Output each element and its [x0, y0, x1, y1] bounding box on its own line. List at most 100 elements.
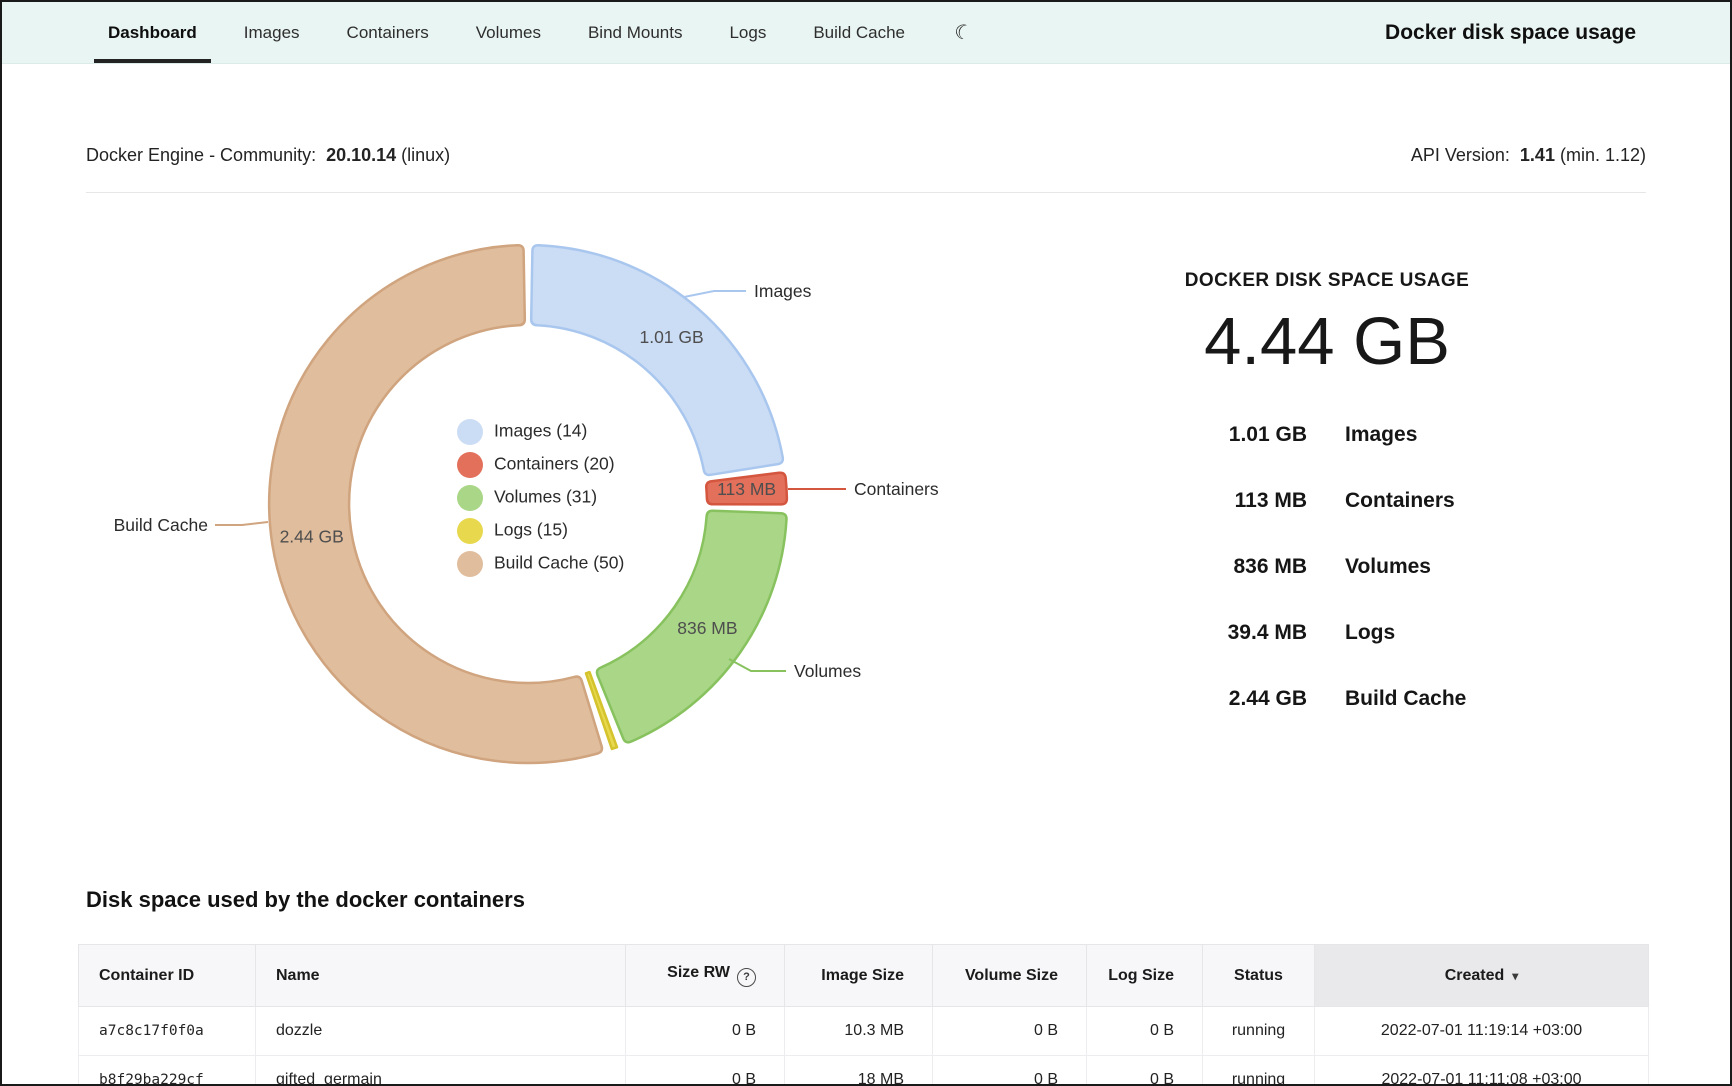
containers-table-heading: Disk space used by the docker containers [86, 887, 525, 913]
usage-label: Images [1345, 423, 1417, 447]
legend-swatch-images [457, 419, 483, 445]
active-tab-underline [94, 59, 211, 63]
cell-status: running [1203, 1007, 1315, 1056]
tab-logs[interactable]: Logs [727, 2, 768, 63]
tab-images[interactable]: Images [242, 2, 302, 63]
cell-volume-size: 0 B [933, 1056, 1087, 1086]
cell-container-id: b8f29ba229cf [79, 1056, 256, 1086]
cell-name: gifted_germain [256, 1056, 626, 1086]
column-header-status[interactable]: Status [1203, 945, 1315, 1007]
legend-item-containers[interactable]: Containers (20) [457, 452, 615, 478]
engine-version-text: Docker Engine - Community: 20.10.14(linux… [86, 145, 450, 166]
section-divider [86, 192, 1646, 193]
column-header-label: Status [1234, 967, 1283, 984]
column-header-image-size[interactable]: Image Size [785, 945, 933, 1007]
size-rw-help-icon[interactable]: ? [737, 968, 756, 987]
legend-label: Volumes (31) [494, 487, 597, 507]
legend-item-images[interactable]: Images (14) [457, 419, 587, 445]
usage-value: 39.4 MB [1052, 621, 1307, 645]
column-header-container-id[interactable]: Container ID [79, 945, 256, 1007]
segment-size-label: 1.01 GB [639, 327, 703, 347]
usage-total: 4.44 GB [1052, 308, 1602, 375]
tab-bind-mounts[interactable]: Bind Mounts [586, 2, 685, 63]
usage-value: 2.44 GB [1052, 687, 1307, 711]
usage-row-logs: 39.4 MB Logs [1052, 600, 1602, 666]
column-header-log-size[interactable]: Log Size [1087, 945, 1203, 1007]
callout-line-images [684, 291, 746, 297]
legend-item-logs[interactable]: Logs (15) [457, 518, 568, 544]
callout-label-volumes: Volumes [794, 661, 861, 681]
app-title: Docker disk space usage [1385, 21, 1636, 45]
callout-label-containers: Containers [854, 479, 939, 499]
usage-value: 836 MB [1052, 555, 1307, 579]
cell-image-size: 10.3 MB [785, 1007, 933, 1056]
callout-label-build-cache: Build Cache [114, 515, 208, 535]
sort-caret-icon: ▾ [1512, 969, 1518, 983]
cell-log-size: 0 B [1087, 1007, 1203, 1056]
containers-table: Container ID Name Size RW? Image Size Volume… [78, 944, 1649, 1086]
tab-volumes[interactable]: Volumes [474, 2, 543, 63]
column-header-label: Container ID [99, 967, 194, 984]
usage-label: Containers [1345, 489, 1455, 513]
column-header-label: Created [1445, 967, 1505, 984]
column-header-label: Volume Size [965, 967, 1058, 984]
table-row: b8f29ba229cfgifted_germain0 B18 MB0 B0 B… [79, 1056, 1649, 1086]
usage-breakdown-list: 1.01 GB Images 113 MBContainers 836 MB Volum… [1052, 402, 1602, 732]
cell-created: 2022-07-01 11:11:08 +03:00 [1315, 1056, 1649, 1086]
dark-mode-toggle[interactable]: ☾ [946, 18, 980, 47]
docker-disk-usage-app: Dashboard Images Containers Volumes Bind Mou… [0, 0, 1732, 1086]
callout-line-volumes [729, 659, 786, 671]
legend-swatch-volumes [457, 485, 483, 511]
usage-label: Volumes [1345, 555, 1431, 579]
tab-dashboard[interactable]: Dashboard [106, 2, 199, 63]
legend-item-volumes[interactable]: Volumes (31) [457, 485, 597, 511]
legend-label: Logs (15) [494, 520, 568, 540]
api-version-text: API Version: 1.41(min. 1.12) [1411, 145, 1646, 166]
moon-icon: ☾ [952, 20, 975, 46]
legend-swatch-containers [457, 452, 483, 478]
cell-size-rw: 0 B [626, 1007, 785, 1056]
segment-size-label: 113 MB [717, 479, 776, 499]
disk-usage-donut-chart: 1.01 GBImages113 MBContainers836 MBVolum… [2, 197, 982, 787]
top-navigation: Dashboard Images Containers Volumes Bind Mou… [2, 2, 1730, 64]
usage-row-containers: 113 MBContainers [1052, 468, 1602, 534]
cell-image-size: 18 MB [785, 1056, 933, 1086]
legend-swatch-build-cache [457, 551, 483, 577]
legend-swatch-logs [457, 518, 483, 544]
column-header-size-rw[interactable]: Size RW? [626, 945, 785, 1007]
cell-volume-size: 0 B [933, 1007, 1087, 1056]
usage-label: Logs [1345, 621, 1395, 645]
tab-build-cache[interactable]: Build Cache [811, 2, 907, 63]
legend-label: Containers (20) [494, 454, 615, 474]
column-header-volume-size[interactable]: Volume Size [933, 945, 1087, 1007]
engine-platform: (linux) [401, 145, 450, 165]
tab-containers[interactable]: Containers [345, 2, 431, 63]
usage-row-volumes: 836 MB Volumes [1052, 534, 1602, 600]
column-header-label: Size RW [667, 964, 730, 981]
engine-label: Docker Engine - Community: [86, 145, 316, 165]
column-header-created[interactable]: Created ▾ [1315, 945, 1649, 1007]
engine-version: 20.10.14 [326, 145, 396, 165]
column-header-label: Name [276, 967, 320, 984]
api-version: 1.41 [1520, 145, 1555, 165]
cell-size-rw: 0 B [626, 1056, 785, 1086]
usage-row-images: 1.01 GB Images [1052, 402, 1602, 468]
cell-created: 2022-07-01 11:19:14 +03:00 [1315, 1007, 1649, 1056]
legend-label: Images (14) [494, 421, 587, 441]
segment-size-label: 836 MB [677, 618, 737, 638]
column-header-label: Image Size [821, 967, 904, 984]
engine-info-row: Docker Engine - Community: 20.10.14(linux… [86, 145, 1646, 166]
cell-status: running [1203, 1056, 1315, 1086]
legend-item-build-cache[interactable]: Build Cache (50) [457, 551, 624, 577]
usage-label: Build Cache [1345, 687, 1466, 711]
api-label: API Version: [1411, 145, 1510, 165]
cell-log-size: 0 B [1087, 1056, 1203, 1086]
table-row: a7c8c17f0f0adozzle0 B10.3 MB0 B0 Brunnin… [79, 1007, 1649, 1056]
column-header-name[interactable]: Name [256, 945, 626, 1007]
column-header-label: Log Size [1108, 967, 1174, 984]
api-min: (min. 1.12) [1560, 145, 1646, 165]
callout-line-build-cache [215, 522, 268, 525]
legend-label: Build Cache (50) [494, 553, 624, 573]
cell-name: dozzle [256, 1007, 626, 1056]
usage-value: 1.01 GB [1052, 423, 1307, 447]
